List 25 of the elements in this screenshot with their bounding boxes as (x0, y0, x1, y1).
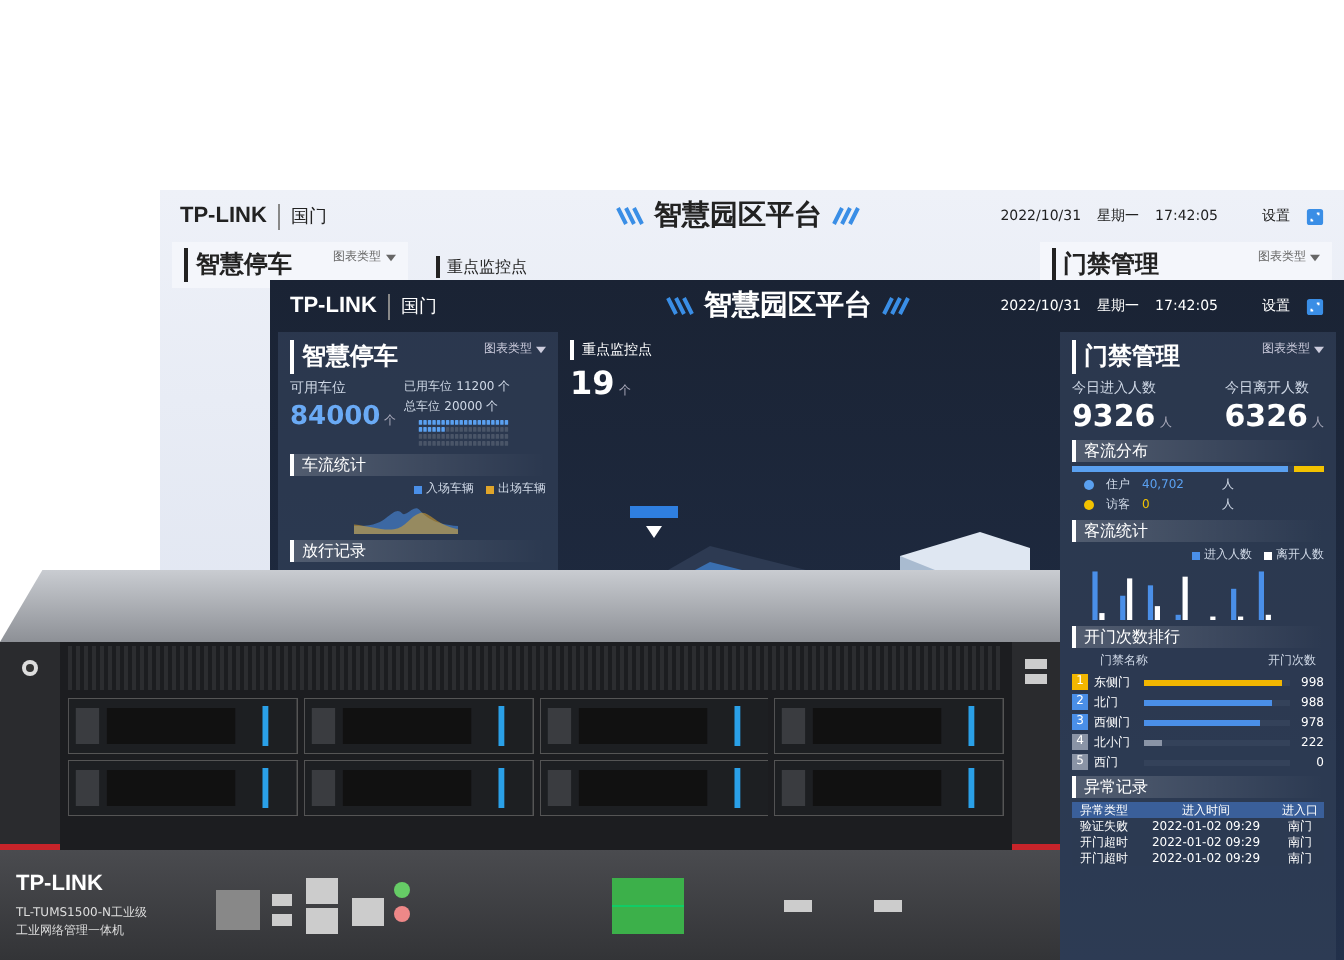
stat-value: 9326 (1072, 398, 1156, 434)
usb-port-icon (1024, 658, 1048, 686)
fullscreen-icon[interactable] (1306, 297, 1324, 315)
monitor-count: 19 (570, 364, 615, 402)
logo-subtitle: 国门 (278, 203, 327, 229)
dashboard-title: 智慧园区平台 (654, 198, 822, 234)
card-title: 智慧停车 (290, 340, 398, 374)
stripes-icon (616, 206, 644, 226)
caret-icon (536, 345, 546, 353)
brand-logo: TP-LINK (16, 871, 105, 895)
stat-value: 6326 (1224, 398, 1308, 434)
logo-text: TP-LINK (290, 294, 377, 318)
stripes-icon (882, 296, 910, 316)
stripes-icon (832, 206, 860, 226)
dashboard-title: 智慧园区平台 (704, 288, 872, 324)
card-title: 门禁管理 (1072, 340, 1180, 374)
usb-ports-drawing (784, 895, 904, 915)
power-button-icon[interactable] (20, 658, 40, 678)
logo-subtitle: 国门 (388, 293, 437, 319)
caret-icon (1314, 345, 1324, 353)
caret-icon (1310, 253, 1320, 261)
available-count: 84000 (290, 402, 381, 432)
stripes-icon (666, 296, 694, 316)
caret-icon (385, 253, 396, 261)
logo-text: TP-LINK (180, 204, 267, 228)
